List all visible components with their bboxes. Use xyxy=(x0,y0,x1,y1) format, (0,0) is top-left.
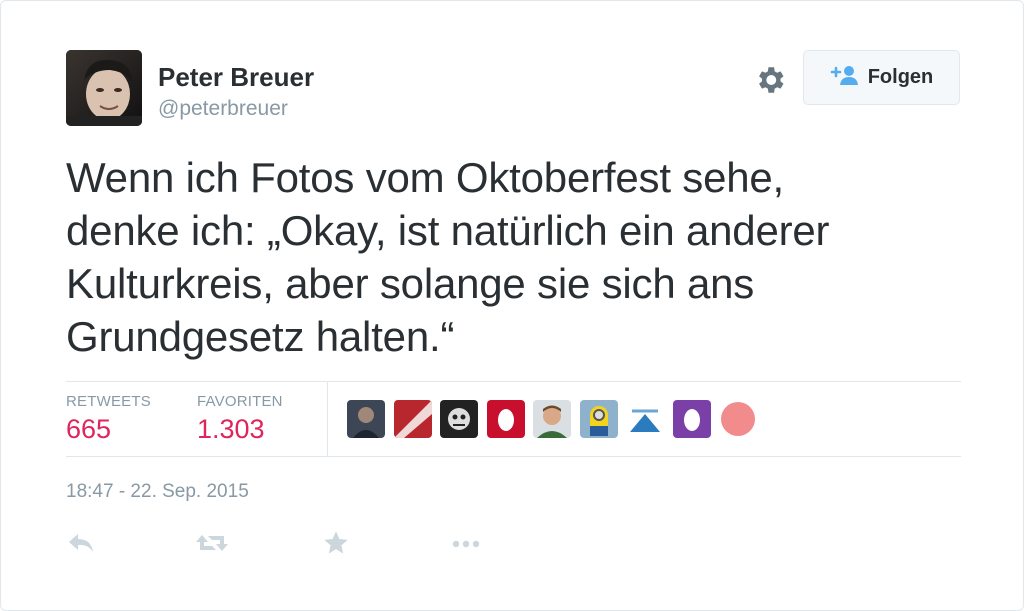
divider xyxy=(66,456,961,457)
retweets-label[interactable]: RETWEETS xyxy=(66,393,151,410)
fav-user-avatar[interactable] xyxy=(533,400,571,438)
fav-user-avatar[interactable] xyxy=(626,400,664,438)
tweet-line: Wenn ich Fotos vom Oktoberfest sehe, xyxy=(66,154,785,201)
tweet-card: Peter Breuer @peterbreuer Folgen Wenn ic… xyxy=(0,0,1024,611)
fav-user-avatar[interactable] xyxy=(580,400,618,438)
favorites-count[interactable]: 1.303 xyxy=(197,414,265,445)
retweet-icon[interactable] xyxy=(194,529,228,559)
author-avatar[interactable] xyxy=(66,50,142,126)
fav-user-avatar[interactable] xyxy=(440,400,478,438)
fav-user-avatar[interactable] xyxy=(673,400,711,438)
divider xyxy=(66,381,961,382)
fav-user-avatar[interactable] xyxy=(347,400,385,438)
tweet-line: Grundgesetz halten.“ xyxy=(66,313,455,360)
tweet-text: Wenn ich Fotos vom Oktoberfest sehe, den… xyxy=(66,151,966,363)
favorites-label[interactable]: FAVORITEN xyxy=(197,393,283,410)
follow-button-label: Folgen xyxy=(867,66,934,88)
tweet-line: Kulturkreis, aber solange sie sich ans xyxy=(66,260,755,307)
stats-divider xyxy=(327,382,328,456)
fav-user-avatar[interactable] xyxy=(394,400,432,438)
fav-user-avatar[interactable] xyxy=(719,400,757,438)
add-user-icon xyxy=(830,64,860,91)
reply-icon[interactable] xyxy=(66,529,100,559)
gear-icon[interactable] xyxy=(753,63,787,97)
favorite-icon[interactable] xyxy=(322,529,356,559)
retweets-count[interactable]: 665 xyxy=(66,414,111,445)
author-name[interactable]: Peter Breuer xyxy=(158,62,314,92)
tweet-line: denke ich: „Okay, ist natürlich ein ande… xyxy=(66,207,830,254)
fav-user-avatar[interactable] xyxy=(487,400,525,438)
author-handle[interactable]: @peterbreuer xyxy=(158,96,288,122)
more-icon[interactable] xyxy=(450,529,484,559)
follow-button[interactable]: Folgen xyxy=(803,50,960,105)
tweet-timestamp[interactable]: 18:47 - 22. Sep. 2015 xyxy=(66,481,249,503)
